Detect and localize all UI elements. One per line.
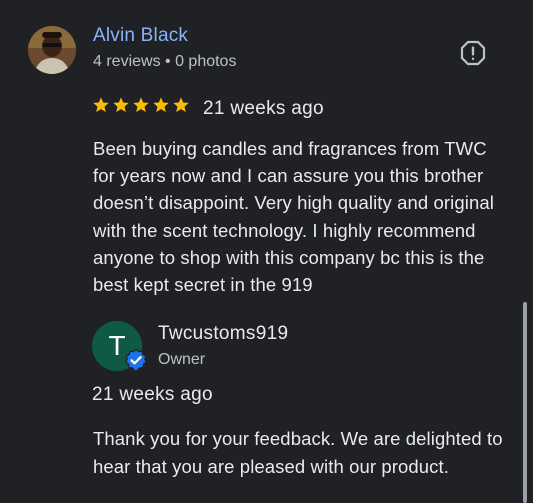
reviewer-name[interactable]: Alvin Black: [93, 25, 188, 47]
owner-role: Owner: [158, 351, 206, 368]
star-rating: [92, 96, 190, 114]
review-card: Alvin Black 4 reviews • 0 photos 21 week…: [0, 0, 533, 503]
star-icon: [133, 97, 149, 112]
star-icon: [173, 97, 189, 112]
verified-check-icon: [124, 348, 148, 372]
star-icon: [113, 97, 129, 112]
report-review-button[interactable]: [459, 39, 487, 67]
reply-text: Thank you for your feedback. We are deli…: [93, 428, 503, 477]
star-icon: [93, 97, 109, 112]
review-text: Been buying candles and fragrances from …: [93, 138, 494, 296]
owner-name[interactable]: Twcustoms919: [158, 323, 288, 345]
scrollbar-thumb[interactable]: [523, 302, 527, 503]
reply-age: 21 weeks ago: [92, 384, 213, 405]
report-flag-icon: [460, 40, 486, 66]
review-age: 21 weeks ago: [203, 98, 324, 119]
reviewer-avatar[interactable]: [28, 26, 76, 74]
owner-avatar-letter: T: [108, 330, 126, 361]
reviewer-meta: 4 reviews • 0 photos: [93, 53, 237, 70]
star-icon: [153, 97, 169, 112]
